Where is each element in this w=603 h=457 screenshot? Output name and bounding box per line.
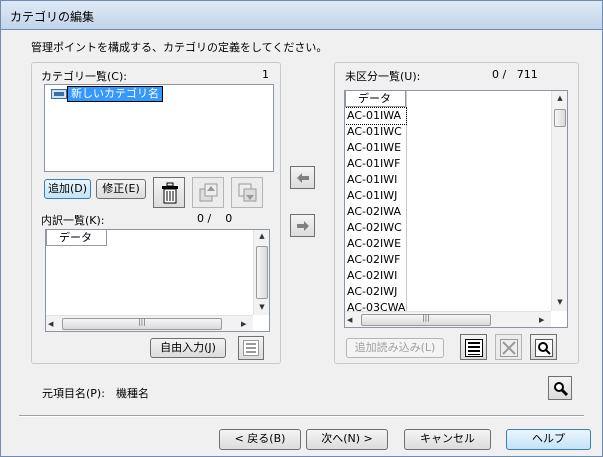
source-item-label: 元項目名(P): bbox=[42, 387, 105, 400]
uncategorized-horizontal-scrollbar[interactable]: ◀ ||| ▶ bbox=[345, 311, 551, 327]
breakdown-count: 0 / 0 bbox=[197, 212, 233, 225]
zoom-button[interactable] bbox=[548, 376, 572, 400]
scroll-thumb-horizontal[interactable]: ||| bbox=[62, 318, 222, 330]
arrow-right-icon bbox=[296, 220, 310, 235]
scroll-right-icon[interactable]: ▶ bbox=[241, 320, 246, 328]
breakdown-horizontal-scrollbar[interactable]: ◀ ||| ▶ bbox=[46, 315, 253, 331]
uncategorized-list-label: 未区分一覧(U): bbox=[345, 70, 421, 83]
title-bar: カテゴリの編集 bbox=[0, 0, 603, 30]
list-item[interactable]: AC-02IWA bbox=[345, 204, 406, 220]
arrow-left-icon bbox=[296, 172, 310, 187]
delete-list-icon bbox=[500, 339, 518, 360]
scroll-left-icon[interactable]: ◀ bbox=[48, 320, 53, 328]
list-item[interactable]: AC-02IWC bbox=[345, 220, 406, 236]
add-category-button[interactable]: 追加(D) bbox=[44, 179, 91, 199]
footer-separator bbox=[19, 415, 584, 417]
category-item-label: 新しいカテゴリ名 bbox=[71, 87, 159, 100]
uncategorized-count: 0 / 711 bbox=[492, 68, 538, 81]
scroll-down-icon[interactable]: ▼ bbox=[552, 298, 567, 306]
delete-list-button[interactable] bbox=[495, 334, 522, 360]
scroll-thumb[interactable] bbox=[554, 109, 566, 127]
window-title: カテゴリの編集 bbox=[10, 10, 95, 24]
list-item[interactable]: AC-01IWE bbox=[345, 140, 406, 156]
scroll-thumb[interactable] bbox=[256, 246, 268, 299]
category-count: 1 bbox=[262, 68, 269, 81]
scroll-up-icon[interactable]: ▲ bbox=[552, 94, 567, 102]
category-list-label: カテゴリ一覧(C): bbox=[41, 70, 127, 83]
list-item[interactable]: AC-01IWA bbox=[345, 107, 407, 125]
free-input-button[interactable]: 自由入力(J) bbox=[150, 338, 226, 358]
breakdown-list-view-button[interactable] bbox=[238, 336, 264, 360]
help-button[interactable]: ヘルプ bbox=[506, 429, 591, 450]
list-item[interactable]: AC-02IWF bbox=[345, 252, 406, 268]
scroll-up-icon[interactable]: ▲ bbox=[254, 232, 270, 240]
category-item-editing[interactable]: 新しいカテゴリ名 bbox=[67, 86, 163, 102]
breakdown-list-label: 内訳一覧(K): bbox=[41, 214, 105, 227]
trash-icon bbox=[161, 182, 179, 207]
uncategorized-vertical-scrollbar[interactable]: ▲ ▼ bbox=[551, 91, 567, 311]
uncategorized-list[interactable]: データ AC-01IWA AC-01IWC AC-01IWE AC-01IWF … bbox=[344, 90, 568, 328]
cancel-button[interactable]: キャンセル bbox=[404, 429, 491, 450]
move-up-button[interactable] bbox=[192, 177, 224, 208]
edit-category-button[interactable]: 修正(E) bbox=[96, 179, 146, 199]
search-list-button[interactable] bbox=[530, 334, 557, 360]
uncategorized-column-header[interactable]: データ bbox=[345, 91, 406, 107]
move-down-button[interactable] bbox=[231, 177, 263, 208]
breakdown-list[interactable]: データ ▲ ▼ ◀ ||| ▶ bbox=[45, 229, 270, 332]
search-icon bbox=[535, 339, 553, 360]
list-item[interactable]: AC-01IWI bbox=[345, 172, 406, 188]
description-text: 管理ポイントを構成する、カテゴリの定義をしてください。 bbox=[31, 41, 328, 54]
scroll-left-icon[interactable]: ◀ bbox=[347, 316, 352, 324]
zoom-icon bbox=[553, 381, 569, 400]
add-read-button[interactable]: 追加読み込み(L) bbox=[346, 338, 444, 358]
back-button[interactable]: < 戻る(B) bbox=[219, 429, 301, 450]
list-item[interactable]: AC-01IWC bbox=[345, 124, 406, 140]
list-item[interactable]: AC-01IWJ bbox=[345, 188, 406, 204]
uncategorized-items: AC-01IWA AC-01IWC AC-01IWE AC-01IWF AC-0… bbox=[345, 107, 407, 316]
list-icon bbox=[465, 339, 483, 360]
scroll-right-icon[interactable]: ▶ bbox=[539, 316, 544, 324]
list-item[interactable]: AC-02IWI bbox=[345, 268, 406, 284]
move-up-icon bbox=[199, 183, 219, 206]
list-item[interactable]: AC-02IWE bbox=[345, 236, 406, 252]
breakdown-column-header[interactable]: データ bbox=[46, 230, 107, 246]
move-down-icon bbox=[238, 183, 258, 206]
move-right-button[interactable] bbox=[290, 214, 315, 237]
uncategorized-list-view-button[interactable] bbox=[460, 334, 487, 360]
list-icon bbox=[243, 340, 259, 359]
category-item-icon bbox=[51, 89, 67, 99]
next-button[interactable]: 次へ(N) > bbox=[306, 429, 388, 450]
list-item[interactable]: AC-02IWJ bbox=[345, 284, 406, 300]
breakdown-vertical-scrollbar[interactable]: ▲ ▼ bbox=[253, 230, 269, 315]
list-item[interactable]: AC-01IWF bbox=[345, 156, 406, 172]
column-divider bbox=[406, 91, 407, 313]
category-list[interactable]: 新しいカテゴリ名 bbox=[44, 84, 274, 172]
scroll-thumb-horizontal[interactable]: ||| bbox=[361, 314, 491, 326]
source-item-value: 機種名 bbox=[116, 387, 149, 400]
scroll-down-icon[interactable]: ▼ bbox=[254, 303, 270, 311]
move-left-button[interactable] bbox=[290, 166, 315, 189]
delete-category-button[interactable] bbox=[153, 177, 185, 208]
